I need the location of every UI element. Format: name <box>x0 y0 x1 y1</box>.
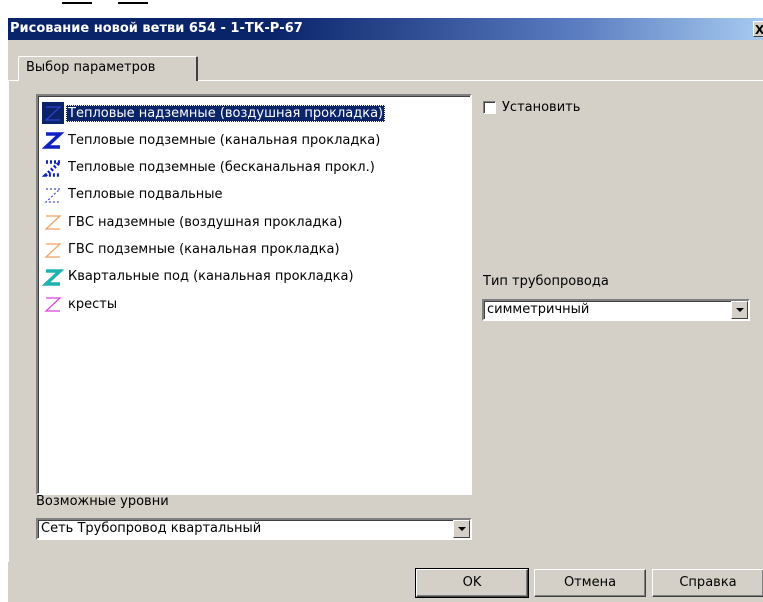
cancel-button[interactable]: Отмена <box>534 569 646 597</box>
close-button[interactable]: X <box>753 21 763 37</box>
install-checkbox-label: Установить <box>502 100 581 115</box>
levels-label: Возможные уровни <box>36 494 169 509</box>
pipe-type-value: симметричный <box>487 302 590 317</box>
install-checkbox-row[interactable]: Установить <box>483 100 580 115</box>
pipe-thin-magenta-icon <box>44 297 62 312</box>
pipe-bold-teal-icon <box>42 269 64 286</box>
levels-value: Сеть Трубопровод квартальный <box>41 521 262 536</box>
background-mark <box>118 2 148 4</box>
close-icon: X <box>755 23 763 36</box>
list-item-label: Тепловые надземные (воздушная прокладка) <box>66 104 386 122</box>
window-title: Рисование новой ветви 654 - 1-ТК-Р-67 <box>10 21 303 36</box>
list-item[interactable]: Тепловые подземные (бесканальная прокл.) <box>40 155 470 181</box>
tab-parameters[interactable]: Выбор параметров <box>18 56 198 81</box>
levels-select[interactable]: Сеть Трубопровод квартальный <box>36 518 472 540</box>
install-checkbox[interactable] <box>483 101 496 114</box>
network-type-listbox[interactable]: Тепловые надземные (воздушная прокладка)… <box>36 94 472 495</box>
background-mark <box>62 2 92 4</box>
list-item-label: Квартальные под (канальная прокладка) <box>68 269 354 285</box>
list-item[interactable]: ГВС подземные (канальная прокладка) <box>40 237 470 263</box>
pipe-type-label: Тип трубопровода <box>483 274 609 289</box>
list-item-label: Тепловые подземные (канальная прокладка) <box>68 132 381 148</box>
ok-button[interactable]: OK <box>415 568 529 598</box>
pipe-thin-orange-icon <box>44 242 62 258</box>
list-item-label: ГВС подземные (канальная прокладка) <box>68 242 340 257</box>
background-strip <box>0 0 763 18</box>
pipe-thin-orange-icon <box>44 215 62 230</box>
list-item[interactable]: Квартальные под (канальная прокладка) <box>40 264 470 290</box>
dialog-window: Рисование новой ветви 654 - 1-ТК-Р-67 X … <box>8 18 763 602</box>
list-item[interactable]: Тепловые подземные (канальная прокладка) <box>40 127 470 153</box>
pipe-type-select[interactable]: симметричный <box>482 299 750 321</box>
list-item-label: ГВС надземные (воздушная прокладка) <box>68 214 343 230</box>
chevron-down-icon[interactable] <box>453 520 470 538</box>
list-item-label: кресты <box>68 296 118 312</box>
list-item[interactable]: Тепловые надземные (воздушная прокладка) <box>40 100 470 126</box>
list-item-label: Тепловые подвальные <box>68 187 223 203</box>
title-bar[interactable]: Рисование новой ветви 654 - 1-ТК-Р-67 X <box>8 18 763 40</box>
list-item[interactable]: Тепловые подвальные <box>40 182 470 208</box>
list-item-label: Тепловые подземные (бесканальная прокл.) <box>68 160 375 176</box>
pipe-thin-blue-icon <box>42 102 64 124</box>
pipe-dashed-blue-icon <box>44 188 62 203</box>
pipe-dotted-blue-icon <box>42 159 64 177</box>
pipe-bold-blue-icon <box>42 132 64 150</box>
chevron-down-icon[interactable] <box>731 301 748 319</box>
help-button[interactable]: Справка <box>652 569 763 597</box>
list-item[interactable]: ГВС надземные (воздушная прокладка) <box>40 209 470 235</box>
list-item[interactable]: кресты <box>40 291 470 317</box>
